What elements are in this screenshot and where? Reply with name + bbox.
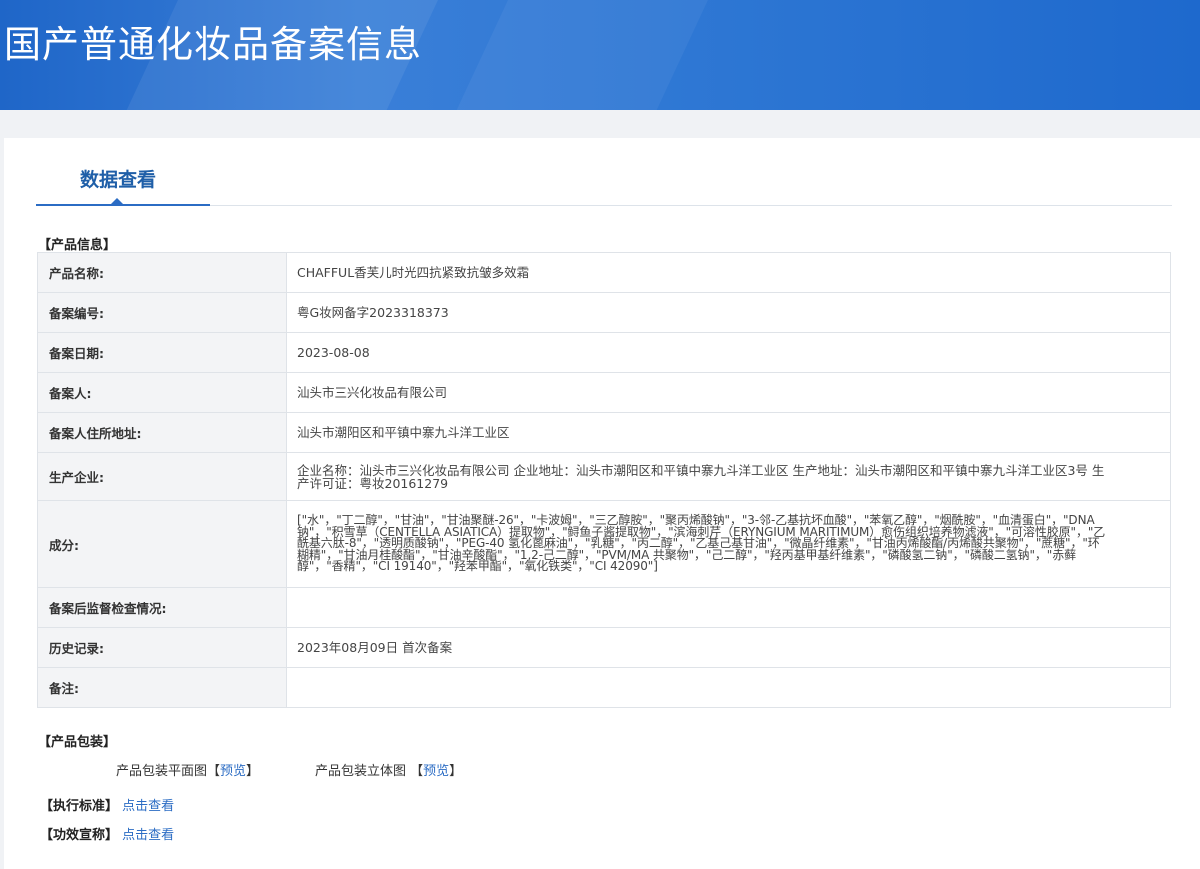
efficacy-row: 【功效宣称】 点击查看 (40, 824, 174, 843)
row-value: 2023-08-08 (286, 332, 1171, 373)
efficacy-label: 【功效宣称】 (40, 828, 119, 843)
row-label: 备注: (37, 667, 287, 708)
row-label: 备案人住所地址: (37, 412, 287, 453)
efficacy-view-link[interactable]: 点击查看 (122, 828, 174, 843)
row-value: 汕头市潮阳区和平镇中寨九斗洋工业区 (286, 412, 1171, 453)
tab-caret-icon (111, 198, 123, 204)
product-info-table: 产品名称: CHAFFUL香芙儿时光四抗紧致抗皱多效霜 备案编号: 粤G妆网备字… (37, 252, 1171, 708)
tab-data-view[interactable]: 数据查看 (80, 165, 156, 192)
banner-decoration (433, 0, 727, 110)
standard-row: 【执行标准】 点击查看 (40, 795, 174, 814)
table-row: 生产企业: 企业名称：汕头市三兴化妆品有限公司 企业地址：汕头市潮阳区和平镇中寨… (37, 452, 1171, 501)
packaging-flat: 产品包装平面图【预览】 (116, 760, 259, 779)
packaging-solid-label: 产品包装立体图 【 (315, 764, 424, 779)
table-row: 成分: ["水"，"丁二醇"，"甘油"，"甘油聚醚-26"，"卡波姆"，"三乙醇… (37, 500, 1171, 588)
standard-view-link[interactable]: 点击查看 (122, 799, 174, 814)
tab-active-indicator (36, 204, 210, 206)
section-product-info: 【产品信息】 (38, 238, 117, 253)
packaging-flat-label: 产品包装平面图【 (116, 764, 221, 779)
row-label: 成分: (37, 500, 287, 588)
packaging-solid: 产品包装立体图 【预览】 (315, 760, 462, 779)
bracket-close: 】 (449, 764, 463, 779)
row-value: 2023年08月09日 首次备案 (286, 627, 1171, 668)
standard-label: 【执行标准】 (40, 799, 119, 814)
row-label: 备案后监督检查情况: (37, 587, 287, 628)
preview-flat-link[interactable]: 预览 (220, 764, 246, 779)
row-label: 备案日期: (37, 332, 287, 373)
table-row: 备案后监督检查情况: (37, 587, 1171, 628)
bracket-close: 】 (246, 764, 260, 779)
row-label: 生产企业: (37, 452, 287, 501)
table-row: 备案人住所地址: 汕头市潮阳区和平镇中寨九斗洋工业区 (37, 412, 1171, 453)
table-row: 备案人: 汕头市三兴化妆品有限公司 (37, 372, 1171, 413)
row-label: 备案编号: (37, 292, 287, 333)
header-banner: 国产普通化妆品备案信息 (0, 0, 1200, 110)
row-label: 产品名称: (37, 252, 287, 293)
table-row: 备案日期: 2023-08-08 (37, 332, 1171, 373)
table-row: 备案编号: 粤G妆网备字2023318373 (37, 292, 1171, 333)
row-value: 企业名称：汕头市三兴化妆品有限公司 企业地址：汕头市潮阳区和平镇中寨九斗洋工业区… (286, 452, 1171, 501)
table-row: 备注: (37, 667, 1171, 708)
page-title: 国产普通化妆品备案信息 (4, 23, 422, 66)
table-row: 产品名称: CHAFFUL香芙儿时光四抗紧致抗皱多效霜 (37, 252, 1171, 293)
table-row: 历史记录: 2023年08月09日 首次备案 (37, 627, 1171, 668)
preview-solid-link[interactable]: 预览 (423, 764, 449, 779)
row-value: 汕头市三兴化妆品有限公司 (286, 372, 1171, 413)
section-packaging: 【产品包装】 (38, 735, 117, 750)
row-value (286, 587, 1171, 628)
row-value: 粤G妆网备字2023318373 (286, 292, 1171, 333)
ingredients-value: ["水"，"丁二醇"，"甘油"，"甘油聚醚-26"，"卡波姆"，"三乙醇胺"，"… (286, 500, 1171, 588)
row-label: 备案人: (37, 372, 287, 413)
row-value (286, 667, 1171, 708)
row-value: CHAFFUL香芙儿时光四抗紧致抗皱多效霜 (286, 252, 1171, 293)
row-label: 历史记录: (37, 627, 287, 668)
